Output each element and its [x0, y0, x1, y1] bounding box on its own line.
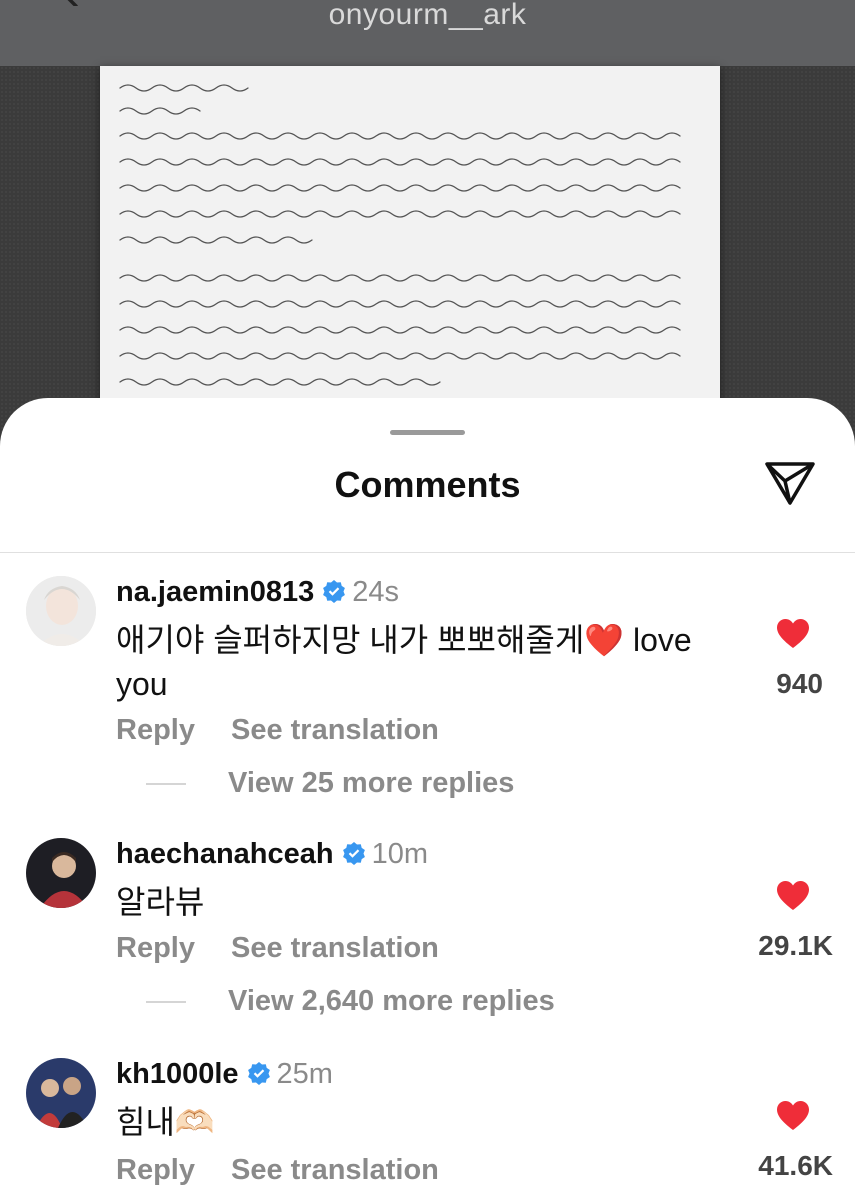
verified-badge-icon: [342, 842, 365, 865]
comment-username[interactable]: kh1000le: [116, 1058, 239, 1090]
like-count: 41.6K: [758, 1150, 833, 1181]
sheet-title: Comments: [334, 464, 521, 505]
avatar-image: [26, 1058, 96, 1128]
avatar[interactable]: [26, 576, 96, 646]
verified-badge-icon: [323, 580, 346, 603]
avatar-image: [26, 576, 96, 646]
avatar[interactable]: [26, 1058, 96, 1128]
avatar[interactable]: [26, 838, 96, 908]
view-replies-button[interactable]: View 2,640 more replies: [146, 985, 555, 1018]
heart-icon[interactable]: [776, 880, 810, 912]
see-translation-button[interactable]: See translation: [231, 1154, 439, 1186]
replies-line: [146, 1001, 186, 1004]
see-translation-button[interactable]: See translation: [231, 714, 439, 746]
see-translation-button[interactable]: See translation: [231, 932, 439, 964]
sheet-divider: [0, 552, 855, 553]
comment-username[interactable]: haechanahceah: [116, 838, 334, 870]
handwriting-scribbles: [119, 84, 681, 386]
reply-button[interactable]: Reply: [116, 1154, 195, 1186]
account-name[interactable]: onyourm__ark: [0, 0, 855, 32]
comment-text: 애기야 슬퍼하지망 내가 뽀뽀해줄게❤️ love you: [116, 622, 692, 702]
comment-actions: Reply See translation: [116, 932, 439, 965]
like-count: 29.1K: [758, 930, 833, 961]
view-replies-label: View 25 more replies: [228, 767, 515, 799]
heart-icon[interactable]: [776, 618, 810, 650]
reply-button[interactable]: Reply: [116, 932, 195, 964]
reply-button[interactable]: Reply: [116, 714, 195, 746]
comment-text: 알라뷰: [116, 884, 205, 920]
comment-actions: Reply See translation: [116, 714, 439, 747]
like-count: 940: [776, 668, 823, 699]
comment-header: kh1000le 25m: [116, 1058, 333, 1091]
comments-sheet: Comments na.jaemin0813 24s 애기야 슬퍼하지망 내가 뽀…: [0, 398, 855, 1200]
view-replies-button[interactable]: View 25 more replies: [146, 767, 514, 800]
heart-icon[interactable]: [776, 1100, 810, 1132]
comment-time: 10m: [371, 838, 429, 870]
comment-time: 25m: [276, 1058, 333, 1090]
comment-header: haechanahceah 10m: [116, 838, 428, 871]
send-icon[interactable]: [764, 460, 816, 506]
avatar-image: [26, 838, 96, 908]
top-bar: onyourm__ark: [0, 0, 855, 66]
comment-actions: Reply See translation: [116, 1154, 439, 1187]
comment-header: na.jaemin0813 24s: [116, 576, 399, 609]
drag-handle[interactable]: [390, 430, 465, 435]
comment-username[interactable]: na.jaemin0813: [116, 576, 314, 608]
verified-badge-icon: [247, 1062, 270, 1085]
comment-text: 힘내🫶🏻: [116, 1104, 215, 1140]
comment-time: 24s: [352, 576, 400, 608]
view-replies-label: View 2,640 more replies: [228, 985, 555, 1017]
handwritten-letter: [100, 66, 720, 406]
replies-line: [146, 783, 186, 786]
